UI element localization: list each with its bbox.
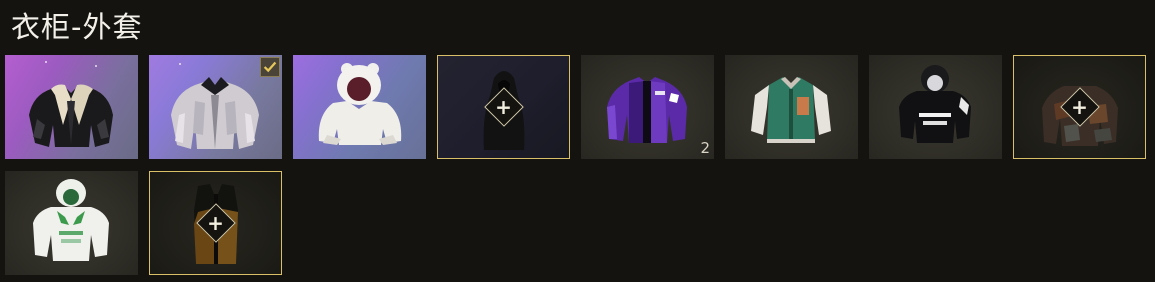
item-slot-purple-jacket[interactable]: 2 <box>581 55 714 159</box>
item-slot-silver-jacket[interactable] <box>149 55 282 159</box>
item-slot-green-hoodie[interactable] <box>5 171 138 275</box>
page-title: 衣柜-外套 <box>11 10 143 44</box>
item-slot-bear-hoodie[interactable] <box>293 55 426 159</box>
checkmark-icon <box>263 61 277 73</box>
add-icon[interactable]: + <box>206 213 226 233</box>
item-grid: + 2 + + <box>5 55 1155 282</box>
item-slot-varsity-jacket[interactable] <box>725 55 858 159</box>
leather-jacket-icon <box>29 84 113 147</box>
black-hoodie-icon <box>899 65 971 143</box>
item-slot-camo-jacket[interactable]: + <box>1013 55 1146 159</box>
item-slot-black-hoodie[interactable] <box>869 55 1002 159</box>
item-slot-cloak[interactable]: + <box>437 55 570 159</box>
item-count: 2 <box>700 139 710 157</box>
add-icon[interactable]: + <box>494 97 514 117</box>
wardrobe-screen: 衣柜-外套 + 2 + + <box>0 0 1155 282</box>
green-hoodie-icon <box>33 179 109 261</box>
add-icon[interactable]: + <box>1070 97 1090 117</box>
purple-jacket-icon <box>607 77 687 143</box>
varsity-jacket-icon <box>751 77 831 143</box>
item-slot-vest[interactable]: + <box>149 171 282 275</box>
equipped-badge <box>260 57 280 77</box>
item-slot-leather-jacket[interactable] <box>5 55 138 159</box>
bear-hoodie-icon <box>318 63 402 145</box>
